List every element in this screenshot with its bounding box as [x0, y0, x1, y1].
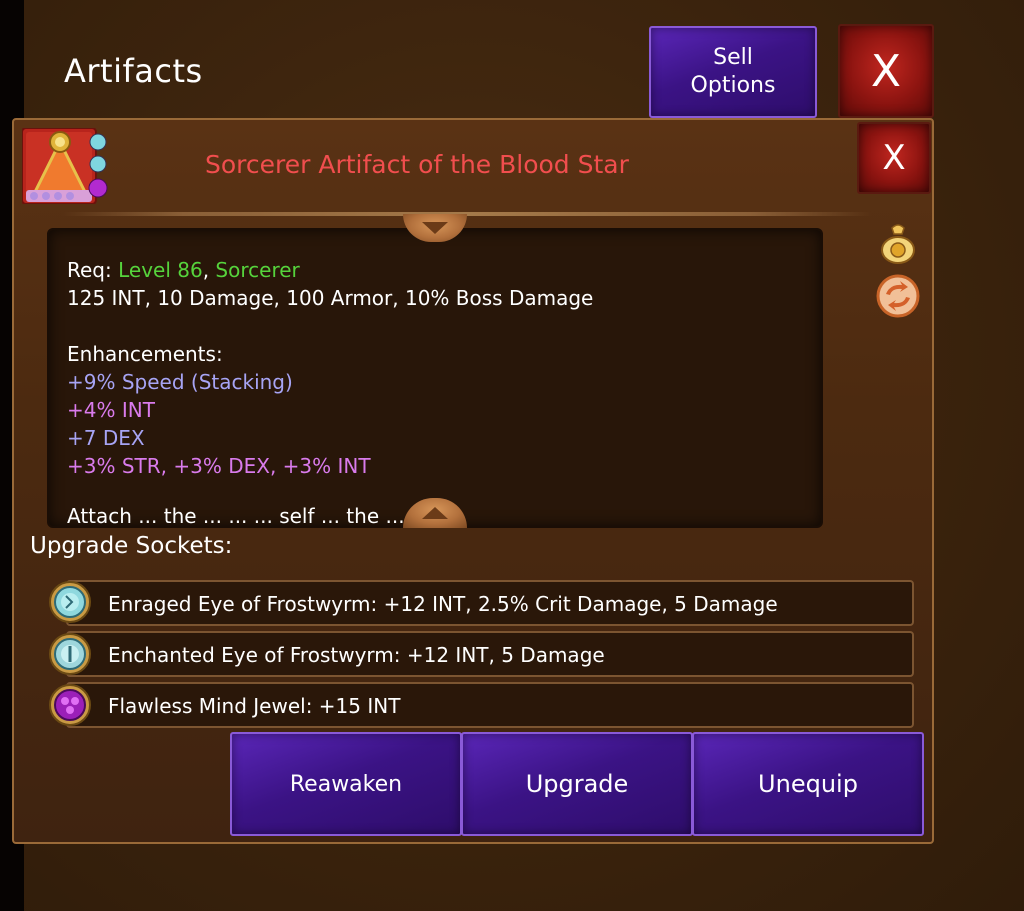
req-level: Level 86 — [118, 258, 203, 282]
item-description-box[interactable]: Req: Level 86, Sorcerer 125 INT, 10 Dama… — [47, 228, 823, 528]
sell-options-label: Sell Options — [690, 45, 776, 98]
upgrade-sockets-label: Upgrade Sockets: — [30, 533, 233, 559]
enhancement-line: +7 DEX — [67, 426, 145, 450]
enhancement-line: +9% Speed (Stacking) — [67, 370, 293, 394]
unequip-button[interactable]: Unequip — [692, 732, 924, 836]
reawaken-button[interactable]: Reawaken — [230, 732, 462, 836]
req-class: Sorcerer — [215, 258, 300, 282]
enhancement-line: +3% STR, +3% DEX, +3% INT — [67, 454, 371, 478]
frost-eye-icon — [49, 633, 91, 675]
swap-icon[interactable] — [876, 274, 920, 318]
upgrade-button[interactable]: Upgrade — [461, 732, 693, 836]
chevron-down-icon — [422, 222, 448, 234]
socket-row[interactable]: Flawless Mind Jewel: +15 INT — [66, 682, 914, 728]
window-title: Artifacts — [64, 52, 203, 90]
requirements-line: Req: Level 86, Sorcerer — [67, 256, 807, 284]
close-window-label: X — [870, 45, 902, 97]
stats-line: 125 INT, 10 Damage, 100 Armor, 10% Boss … — [67, 286, 594, 310]
enhancement-line: +4% INT — [67, 398, 155, 422]
mind-jewel-icon — [49, 684, 91, 726]
sell-options-button[interactable]: Sell Options — [649, 26, 817, 118]
enhancements-header: Enhancements: — [67, 342, 223, 366]
socket-text: Enchanted Eye of Frostwyrm: +12 INT, 5 D… — [108, 643, 605, 667]
req-sep: , — [202, 258, 216, 282]
gold-bag-icon[interactable] — [878, 222, 918, 264]
artifact-icon[interactable] — [22, 128, 110, 204]
chevron-up-icon — [422, 507, 448, 519]
truncated-description-line: Attach ... the ... ... ... self ... the … — [67, 504, 460, 528]
upgrade-label: Upgrade — [525, 770, 629, 798]
close-item-button[interactable]: X — [857, 122, 931, 194]
close-item-label: X — [882, 138, 906, 178]
req-prefix: Req: — [67, 258, 119, 282]
socket-text: Enraged Eye of Frostwyrm: +12 INT, 2.5% … — [108, 592, 778, 616]
item-title: Sorcerer Artifact of the Blood Star — [205, 150, 629, 179]
socket-row[interactable]: Enraged Eye of Frostwyrm: +12 INT, 2.5% … — [66, 580, 914, 626]
frost-eye-icon — [49, 581, 91, 623]
socket-text: Flawless Mind Jewel: +15 INT — [108, 694, 401, 718]
close-window-button[interactable]: X — [838, 24, 934, 118]
unequip-label: Unequip — [758, 770, 858, 798]
socket-row[interactable]: Enchanted Eye of Frostwyrm: +12 INT, 5 D… — [66, 631, 914, 677]
title-divider — [62, 212, 872, 216]
reawaken-label: Reawaken — [289, 771, 403, 797]
